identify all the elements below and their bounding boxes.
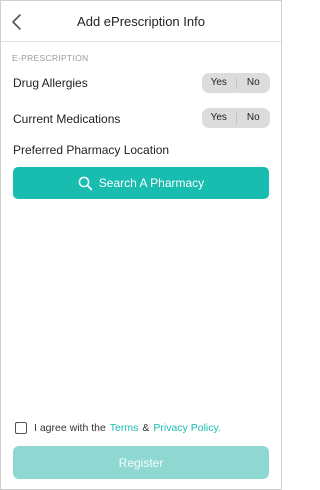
- section-label: E-PRESCRIPTION: [12, 53, 89, 63]
- register-button[interactable]: Register: [13, 446, 269, 479]
- pharmacy-label: Preferred Pharmacy Location: [13, 143, 170, 157]
- agreement-row: I agree with the Terms & Privacy Policy.: [15, 422, 221, 434]
- agreement-text: I agree with the: [34, 422, 106, 434]
- current-medications-no[interactable]: No: [237, 108, 271, 128]
- search-pharmacy-button[interactable]: Search A Pharmacy: [13, 167, 269, 199]
- drug-allergies-yes[interactable]: Yes: [202, 73, 236, 93]
- drug-allergies-label: Drug Allergies: [13, 76, 88, 90]
- ampersand-text: &: [142, 422, 150, 434]
- current-medications-yes[interactable]: Yes: [202, 108, 236, 128]
- eprescription-section: E-PRESCRIPTION Drug Allergies Yes No Cur…: [1, 42, 281, 451]
- search-pharmacy-label: Search A Pharmacy: [98, 176, 205, 190]
- current-medications-toggle: Yes No: [202, 108, 270, 128]
- register-label: Register: [118, 455, 164, 470]
- nav-header: Add ePrescription Info: [1, 1, 281, 42]
- search-icon: [78, 176, 93, 190]
- drug-allergies-toggle: Yes No: [202, 73, 270, 93]
- drug-allergies-no[interactable]: No: [237, 73, 271, 93]
- privacy-policy-link[interactable]: Privacy Policy.: [153, 422, 221, 434]
- screen: Add ePrescription Info E-PRESCRIPTION Dr…: [0, 0, 282, 490]
- current-medications-label: Current Medications: [13, 112, 121, 126]
- agree-checkbox[interactable]: [15, 422, 27, 434]
- page-title: Add ePrescription Info: [77, 14, 205, 29]
- terms-link[interactable]: Terms: [110, 422, 139, 434]
